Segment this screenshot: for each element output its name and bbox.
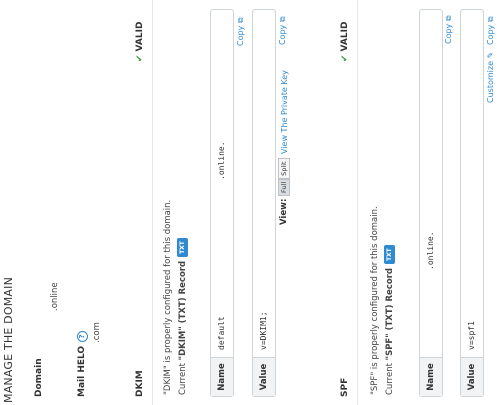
spf-value-key: Value — [461, 357, 483, 396]
divider — [152, 0, 153, 405]
spf-value-copy-button[interactable]: Copy ⧉ — [486, 16, 496, 45]
check-icon: ✔ — [340, 54, 350, 62]
page-title: MANAGE THE DOMAIN — [2, 276, 15, 403]
dkim-status: ✔ VALID — [135, 22, 145, 62]
help-icon[interactable]: ? — [77, 330, 88, 342]
dkim-value-row: Value v=DKIM1; — [252, 9, 276, 397]
dkim-name-key: Name — [211, 357, 233, 396]
view-full-button[interactable]: Full — [278, 178, 290, 196]
txt-badge: TXT — [177, 238, 188, 257]
spf-label: SPF — [340, 377, 350, 397]
dkim-current-prefix: Current — [178, 360, 188, 395]
view-private-key-link[interactable]: View The Private Key — [280, 70, 289, 154]
dkim-value-value[interactable]: v=DKIM1; — [259, 311, 268, 350]
spf-value-row: Value v=spf1 — [460, 9, 484, 397]
spf-current-prefix: Current — [385, 360, 395, 395]
spf-name-value[interactable]: .online. — [426, 231, 435, 270]
spf-message: "SPF" is properly configured for this do… — [370, 206, 380, 395]
spf-current-suffix: (TXT) Record — [385, 268, 395, 334]
spf-value-copy-label: Copy — [486, 24, 495, 45]
domain-value: .online — [50, 282, 60, 311]
spf-value-value[interactable]: v=spf1 — [467, 321, 476, 350]
domain-label: Domain — [34, 358, 44, 397]
txt-badge: TXT — [384, 245, 395, 265]
copy-icon: ⧉ — [278, 16, 287, 23]
manage-domain-panel: MANAGE THE DOMAIN Domain .online Mail HE… — [0, 0, 497, 405]
spf-name-copy-label: Copy — [444, 23, 453, 44]
spf-status-text: VALID — [340, 21, 350, 52]
dkim-current-suffix: (TXT) Record — [178, 260, 188, 327]
mail-helo-label: Mail HELO? — [77, 330, 88, 397]
dkim-name-value[interactable]: default — [217, 316, 226, 350]
dkim-value-copy-button[interactable]: Copy ⧉ — [278, 16, 288, 45]
spf-current-record: Current "SPF" (TXT) Record TXT — [384, 245, 395, 395]
dkim-view-toggle: View: FullSplit — [278, 158, 290, 225]
copy-icon: ⧉ — [236, 17, 245, 24]
dkim-current-record: Current "DKIM" (TXT) Record TXT — [177, 238, 188, 395]
spf-customize-link[interactable]: Customize ✎ — [486, 52, 495, 103]
dkim-status-text: VALID — [135, 21, 145, 52]
spf-name-copy-button[interactable]: Copy ⧉ — [444, 15, 454, 44]
dkim-name-value-domain[interactable]: .online. — [217, 141, 226, 180]
dkim-name-row: Name default .online. — [210, 9, 234, 397]
view-label: View: — [279, 198, 289, 225]
spf-customize-label: Customize — [486, 61, 495, 103]
dkim-name-copy-label: Copy — [236, 25, 245, 46]
dkim-message: "DKIM" is properly configured for this d… — [163, 199, 173, 395]
view-split-button[interactable]: Split — [278, 158, 290, 179]
mail-helo-value: .com — [92, 322, 102, 343]
dkim-value-key: Value — [253, 357, 275, 396]
mail-helo-label-text: Mail HELO — [77, 345, 87, 397]
dkim-label: DKIM — [135, 370, 145, 397]
spf-current-name: "SPF" — [385, 333, 395, 361]
pencil-icon: ✎ — [486, 51, 495, 59]
dkim-value-copy-label: Copy — [278, 24, 287, 45]
spf-name-row: Name .online. — [419, 9, 443, 397]
divider — [357, 0, 358, 405]
dkim-current-name: "DKIM" — [178, 326, 188, 361]
spf-status: ✔ VALID — [340, 22, 350, 62]
dkim-name-copy-button[interactable]: Copy ⧉ — [236, 17, 246, 46]
check-icon: ✔ — [135, 54, 145, 62]
copy-icon: ⧉ — [444, 15, 453, 22]
copy-icon: ⧉ — [486, 16, 495, 23]
spf-name-key: Name — [420, 357, 442, 396]
